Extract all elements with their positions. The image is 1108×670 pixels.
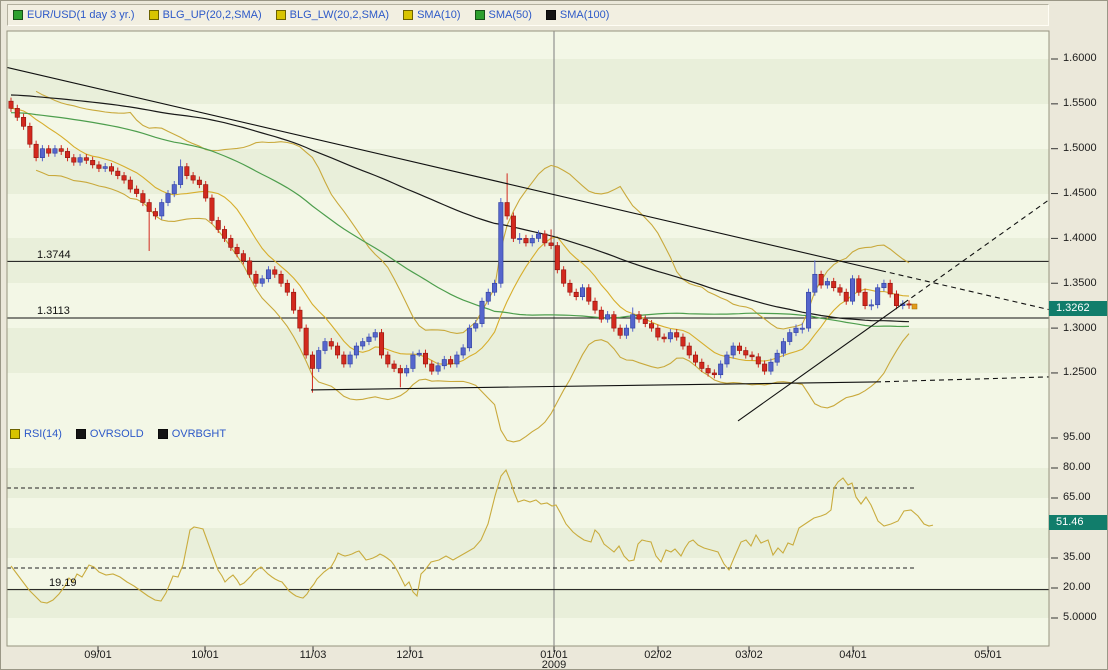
x-axis-label[interactable]: 10/01 xyxy=(183,649,227,661)
x-axis-year-label: 2009 xyxy=(541,659,567,670)
trading-chart-window: EUR/USD(1 day 3 yr.) BLG_UP(20,2,SMA) BL… xyxy=(0,0,1108,670)
sma10-swatch-icon xyxy=(403,10,414,20)
legend-label: EUR/USD(1 day 3 yr.) xyxy=(27,9,135,21)
rsi-axis-label[interactable]: 65.00 xyxy=(1063,491,1091,503)
legend-label: BLG_LW(20,2,SMA) xyxy=(289,9,390,21)
x-axis-label[interactable]: 04/01 xyxy=(831,649,875,661)
rsi-hline-label[interactable]: 19.19 xyxy=(49,577,77,589)
legend-item-sma100: SMA(100) xyxy=(545,9,610,21)
price-axis-label[interactable]: 1.6000 xyxy=(1063,52,1097,64)
price-axis-label[interactable]: 1.3000 xyxy=(1063,322,1097,334)
hline-label-13744[interactable]: 1.3744 xyxy=(37,249,71,261)
rsi-swatch-icon xyxy=(10,429,20,439)
legend-item-sma10: SMA(10) xyxy=(403,9,461,21)
legend-label: OVRSOLD xyxy=(89,428,144,440)
overbought-swatch-icon xyxy=(157,429,168,439)
sma50-swatch-icon xyxy=(474,10,485,20)
legend-item-bollinger-lower: BLG_LW(20,2,SMA) xyxy=(275,9,390,21)
current-price-badge: 1.3262 xyxy=(1049,301,1107,316)
legend-item-sma50: SMA(50) xyxy=(474,9,532,21)
legend-item-symbol: EUR/USD(1 day 3 yr.) xyxy=(13,9,135,21)
legend-item-oversold: OVRSOLD xyxy=(75,428,144,440)
oversold-swatch-icon xyxy=(75,429,86,439)
legend-label: SMA(50) xyxy=(488,9,532,21)
rsi-legend: RSI(14) OVRSOLD OVRBGHT xyxy=(10,428,226,440)
sma100-swatch-icon xyxy=(545,10,556,20)
price-axis-label[interactable]: 1.5000 xyxy=(1063,142,1097,154)
legend-label: SMA(100) xyxy=(559,9,610,21)
current-price-marker xyxy=(911,303,918,310)
legend-label: OVRBGHT xyxy=(171,428,227,440)
price-axis-label[interactable]: 1.2500 xyxy=(1063,366,1097,378)
legend-item-bollinger-upper: BLG_UP(20,2,SMA) xyxy=(148,9,262,21)
legend-label: RSI(14) xyxy=(24,428,62,440)
price-axis-label[interactable]: 1.4500 xyxy=(1063,187,1097,199)
x-axis-label[interactable]: 02/02 xyxy=(636,649,680,661)
x-axis-label[interactable]: 09/01 xyxy=(76,649,120,661)
symbol-swatch-icon xyxy=(13,10,23,20)
legend-label: BLG_UP(20,2,SMA) xyxy=(162,9,262,21)
rsi-axis-label[interactable]: 35.00 xyxy=(1063,551,1091,563)
main-chart-legend: EUR/USD(1 day 3 yr.) BLG_UP(20,2,SMA) BL… xyxy=(7,4,1049,26)
bollinger-lower-swatch-icon xyxy=(275,10,286,20)
x-axis-label[interactable]: 12/01 xyxy=(388,649,432,661)
x-axis-label[interactable]: 05/01 xyxy=(966,649,1010,661)
price-axis-label[interactable]: 1.4000 xyxy=(1063,232,1097,244)
rsi-axis-label[interactable]: 20.00 xyxy=(1063,581,1091,593)
rsi-axis-label[interactable]: 80.00 xyxy=(1063,461,1091,473)
hline-label-13113[interactable]: 1.3113 xyxy=(37,305,70,317)
rsi-axis-label[interactable]: 5.0000 xyxy=(1063,611,1097,623)
current-rsi-badge: 51.46 xyxy=(1049,515,1107,530)
rsi-axis-label[interactable]: 95.00 xyxy=(1063,431,1091,443)
x-axis-label[interactable]: 11/03 xyxy=(291,649,335,661)
chart-canvas[interactable] xyxy=(1,1,1108,670)
x-axis-label[interactable]: 03/02 xyxy=(727,649,771,661)
legend-item-rsi: RSI(14) xyxy=(10,428,62,440)
legend-item-overbought: OVRBGHT xyxy=(157,428,227,440)
chart-background xyxy=(7,31,1049,646)
price-axis-label[interactable]: 1.5500 xyxy=(1063,97,1097,109)
price-axis-label[interactable]: 1.3500 xyxy=(1063,277,1097,289)
legend-label: SMA(10) xyxy=(417,9,461,21)
bollinger-upper-swatch-icon xyxy=(148,10,159,20)
